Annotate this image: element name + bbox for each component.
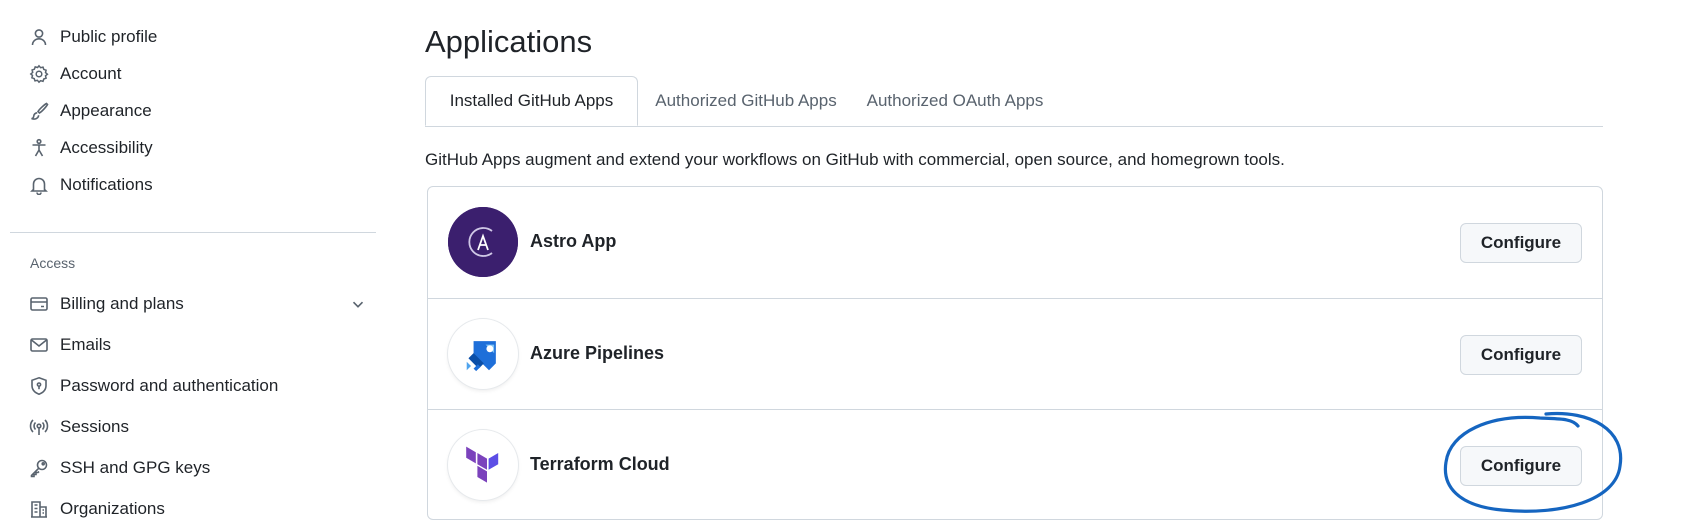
sidebar-item-password-auth[interactable]: Password and authentication <box>28 371 368 401</box>
sidebar-item-label: Public profile <box>60 27 158 46</box>
sidebar-item-public-profile[interactable]: Public profile <box>28 22 368 52</box>
sidebar-item-label: Accessibility <box>60 138 153 157</box>
app-name: Astro App <box>530 231 617 251</box>
installed-apps-list: Astro App Configure Azure Pipelines Conf… <box>427 186 1603 520</box>
sidebar-item-notifications[interactable]: Notifications <box>28 170 368 200</box>
credit-card-icon <box>28 293 50 315</box>
broadcast-icon <box>28 416 50 438</box>
mail-icon <box>28 334 50 356</box>
astro-logo-icon <box>448 207 518 277</box>
sidebar-divider <box>10 232 376 233</box>
list-item: Terraform Cloud Configure <box>428 409 1602 521</box>
shield-lock-icon <box>28 375 50 397</box>
sidebar-item-appearance[interactable]: Appearance <box>28 96 368 126</box>
tab-bar: Installed GitHub Apps Authorized GitHub … <box>425 76 1603 127</box>
terraform-logo-icon <box>448 430 518 500</box>
organization-icon <box>28 498 50 520</box>
sidebar-item-label: Organizations <box>60 499 165 518</box>
paintbrush-icon <box>28 100 50 122</box>
sidebar-item-accessibility[interactable]: Accessibility <box>28 133 368 163</box>
app-name: Azure Pipelines <box>530 343 665 363</box>
sidebar-item-account[interactable]: Account <box>28 59 368 89</box>
tab-authorized-github-apps[interactable]: Authorized GitHub Apps <box>648 76 844 126</box>
apps-description: GitHub Apps augment and extend your work… <box>425 150 1285 169</box>
sidebar-item-emails[interactable]: Emails <box>28 330 368 360</box>
list-item: Azure Pipelines Configure <box>428 298 1602 410</box>
sidebar-item-label: Password and authentication <box>60 376 279 395</box>
gear-icon <box>28 63 50 85</box>
configure-button-terraform-cloud[interactable]: Configure <box>1460 446 1582 486</box>
sidebar-item-label: Appearance <box>60 101 152 120</box>
sidebar-section-access: Access <box>30 255 76 271</box>
person-icon <box>28 26 50 48</box>
sidebar-item-sessions[interactable]: Sessions <box>28 412 368 442</box>
configure-button-azure-pipelines[interactable]: Configure <box>1460 335 1582 375</box>
sidebar-item-billing[interactable]: Billing and plans <box>28 289 368 319</box>
sidebar-item-label: Billing and plans <box>60 294 184 313</box>
bell-icon <box>28 174 50 196</box>
chevron-down-icon[interactable] <box>348 294 368 314</box>
page-title: Applications <box>425 24 593 59</box>
sidebar-item-organizations[interactable]: Organizations <box>28 494 368 524</box>
app-name: Terraform Cloud <box>530 454 670 474</box>
sidebar-item-label: Account <box>60 64 122 83</box>
accessibility-icon <box>28 137 50 159</box>
sidebar-item-label: Emails <box>60 335 112 354</box>
list-item: Astro App Configure <box>428 187 1602 298</box>
sidebar-item-ssh-gpg[interactable]: SSH and GPG keys <box>28 453 368 483</box>
tab-installed-github-apps[interactable]: Installed GitHub Apps <box>425 76 638 126</box>
key-icon <box>28 457 50 479</box>
sidebar-item-label: Notifications <box>60 175 153 194</box>
configure-button-astro[interactable]: Configure <box>1460 223 1582 263</box>
sidebar-item-label: SSH and GPG keys <box>60 458 211 477</box>
sidebar-item-label: Sessions <box>60 417 129 436</box>
tab-authorized-oauth-apps[interactable]: Authorized OAuth Apps <box>855 76 1055 126</box>
azure-pipelines-logo-icon <box>448 319 518 389</box>
